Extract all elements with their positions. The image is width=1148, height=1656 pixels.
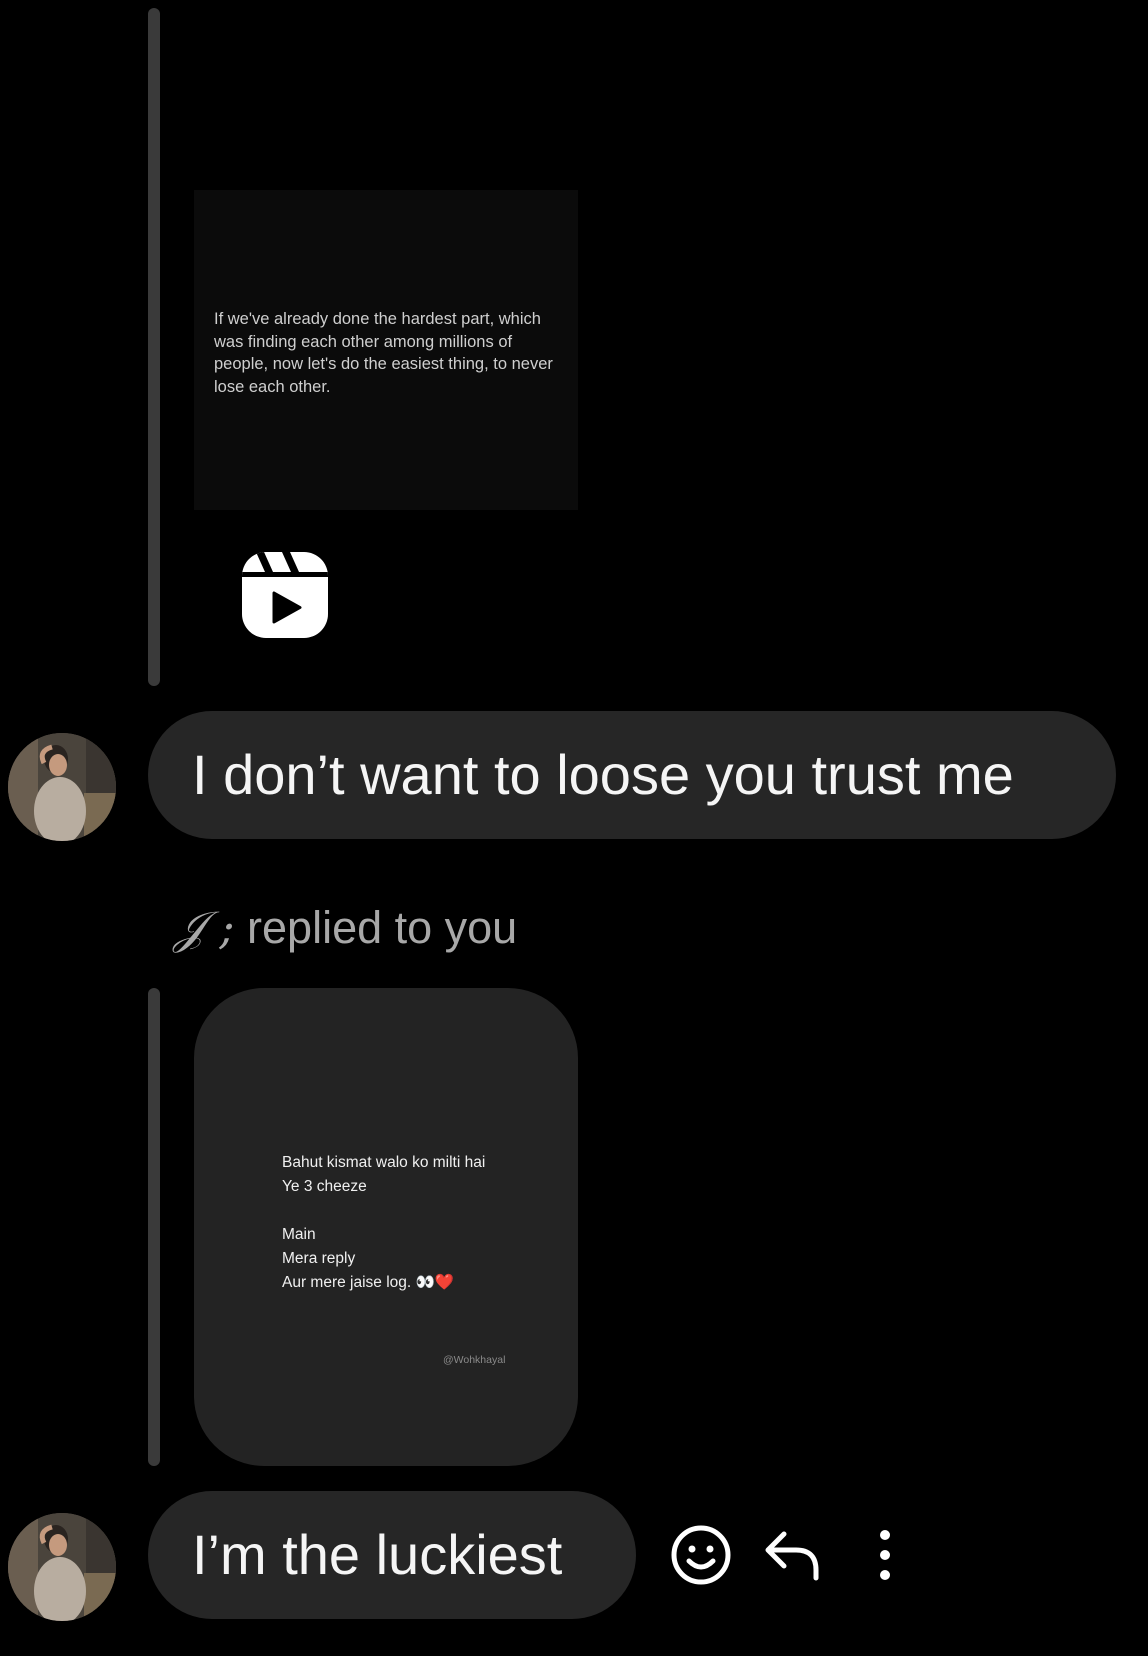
post-line-gap xyxy=(282,1199,542,1223)
reply-indicator-bar xyxy=(148,8,160,686)
reply-arrow-icon[interactable] xyxy=(762,1524,824,1586)
post-line: Aur mere jaise log. 👀❤️ xyxy=(282,1274,455,1291)
reply-sender-name: 𝒥 ; xyxy=(174,901,235,954)
reels-icon xyxy=(242,552,328,638)
reply-label-text: replied to you xyxy=(247,902,518,953)
avatar[interactable] xyxy=(8,1513,116,1621)
more-vertical-icon[interactable] xyxy=(854,1524,916,1586)
reply-indicator-bar xyxy=(148,988,160,1466)
reply-context-label: 𝒥 ; replied to you xyxy=(174,900,517,956)
post-line: Main xyxy=(282,1226,316,1243)
post-text: Bahut kismat walo ko milti hai Ye 3 chee… xyxy=(282,1151,542,1295)
post-line: Bahut kismat walo ko milti hai xyxy=(282,1154,486,1171)
post-line: Ye 3 cheeze xyxy=(282,1178,367,1195)
shared-reel-card[interactable]: If we've already done the hardest part, … xyxy=(194,8,578,686)
message-text: I’m the luckiest xyxy=(192,1523,563,1586)
message-bubble[interactable]: I don’t want to loose you trust me xyxy=(148,711,1116,839)
message-bubble[interactable]: I’m the luckiest xyxy=(148,1491,636,1619)
reel-quote-text: If we've already done the hardest part, … xyxy=(214,310,553,396)
smiley-face-icon[interactable] xyxy=(670,1524,732,1586)
message-text: I don’t want to loose you trust me xyxy=(192,743,1014,806)
post-line: Mera reply xyxy=(282,1250,356,1267)
avatar[interactable] xyxy=(8,733,116,841)
shared-post-card[interactable]: Bahut kismat walo ko milti hai Ye 3 chee… xyxy=(194,988,578,1466)
post-watermark: @Wohkhayal xyxy=(443,1354,506,1366)
reel-quote-block: If we've already done the hardest part, … xyxy=(194,190,578,510)
